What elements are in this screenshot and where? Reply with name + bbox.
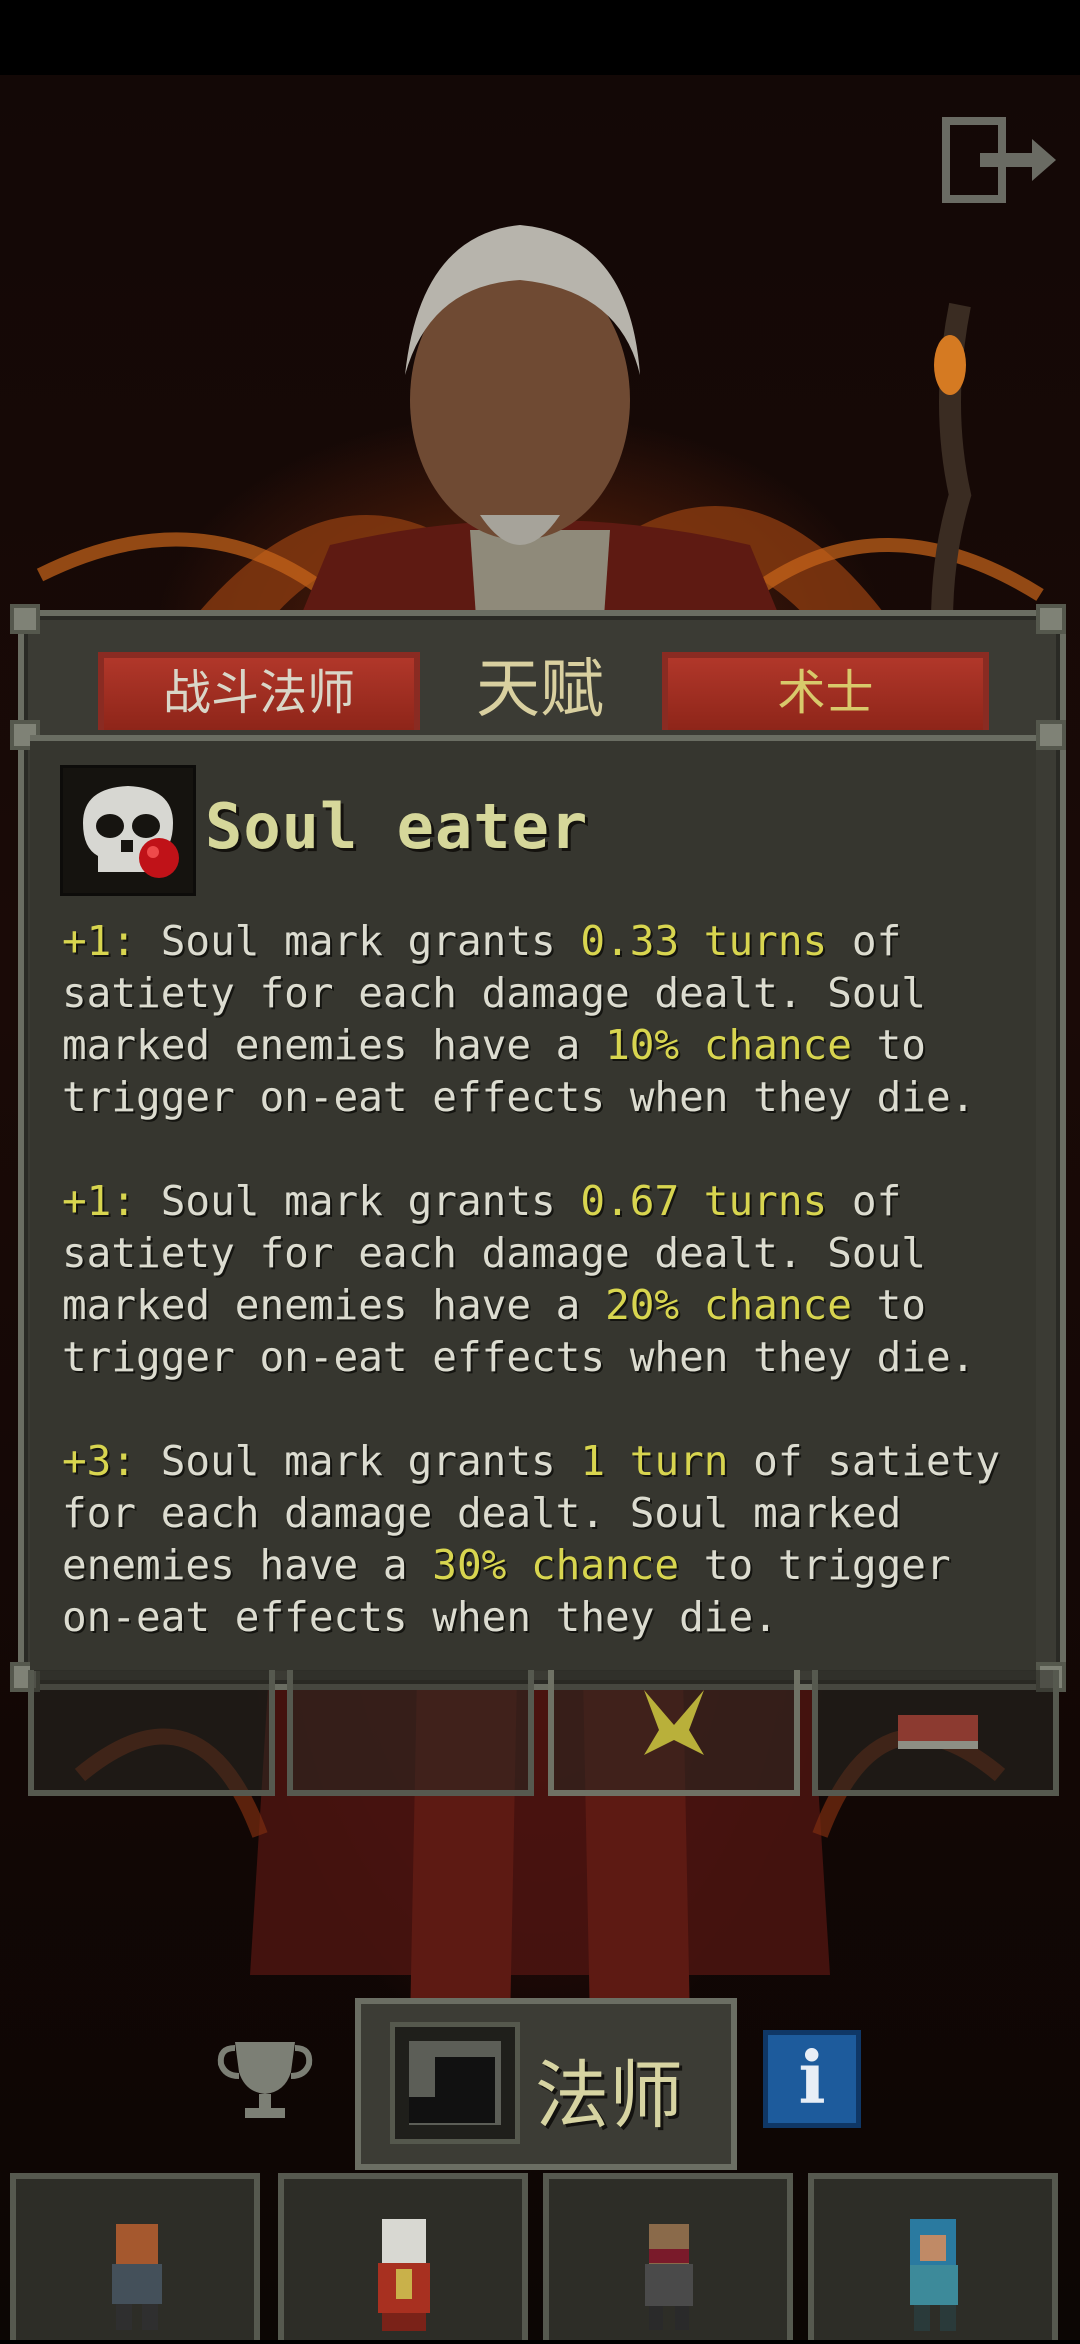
item-slot-artifact[interactable] [548, 1670, 800, 1796]
talent-tier-2: +1: Soul mark grants 0.67 turns of satie… [62, 1175, 1030, 1383]
tier-text: Soul mark grants [136, 1437, 581, 1485]
talent-title: Soul eater [205, 790, 589, 863]
frame-corner [1036, 604, 1066, 634]
frame-corner [1036, 720, 1066, 750]
ring-icon [898, 1715, 978, 1749]
item-slot-ring[interactable] [812, 1670, 1059, 1796]
tier-text: Soul mark grants [136, 917, 581, 965]
trophy-icon[interactable] [215, 2032, 315, 2122]
talent-tier-3: +3: Soul mark grants 1 turn of satiety f… [62, 1435, 1030, 1643]
talent-tier-1: +1: Soul mark grants 0.33 turns of satie… [62, 915, 1030, 1123]
tier-text: Soul mark grants [136, 1177, 581, 1225]
rogue-sprite-icon [645, 2224, 693, 2330]
warrior-sprite-icon [112, 2224, 162, 2330]
tab-battlemage[interactable]: 战斗法师 [98, 652, 420, 730]
mage-sprite-icon [378, 2219, 430, 2331]
hero-select-huntress[interactable] [808, 2173, 1058, 2340]
hero-select-rogue[interactable] [543, 2173, 793, 2340]
class-label: 法师 [535, 2053, 683, 2139]
tier-highlight: 1 turn [580, 1437, 729, 1485]
class-icon [390, 2022, 520, 2144]
tier-prefix: +3: [62, 1437, 137, 1485]
hero-select-mage[interactable] [278, 2173, 528, 2340]
stairs-icon [409, 2041, 501, 2125]
tab-talents[interactable]: 天赋 [440, 650, 640, 730]
tier-highlight: 30% chance [432, 1541, 680, 1589]
item-slot-armor[interactable] [287, 1670, 534, 1796]
crossed-swords-icon [644, 1690, 704, 1755]
hero-select-warrior[interactable] [10, 2173, 260, 2340]
tier-highlight: 10% chance [605, 1021, 852, 1069]
huntress-sprite-icon [910, 2219, 958, 2331]
status-bar [0, 0, 1080, 75]
tier-highlight: 20% chance [605, 1281, 852, 1329]
tier-prefix: +1: [62, 1177, 137, 1225]
tier-highlight: 0.33 turns [580, 917, 828, 965]
item-slot-weapon[interactable] [28, 1670, 275, 1796]
exit-icon[interactable] [940, 115, 1060, 205]
info-button[interactable]: i [763, 2030, 861, 2128]
skull-icon [60, 765, 196, 896]
tab-warlock[interactable]: 术士 [662, 652, 989, 730]
tier-highlight: 0.67 turns [580, 1177, 828, 1225]
frame-corner [10, 604, 40, 634]
tier-prefix: +1: [62, 917, 137, 965]
